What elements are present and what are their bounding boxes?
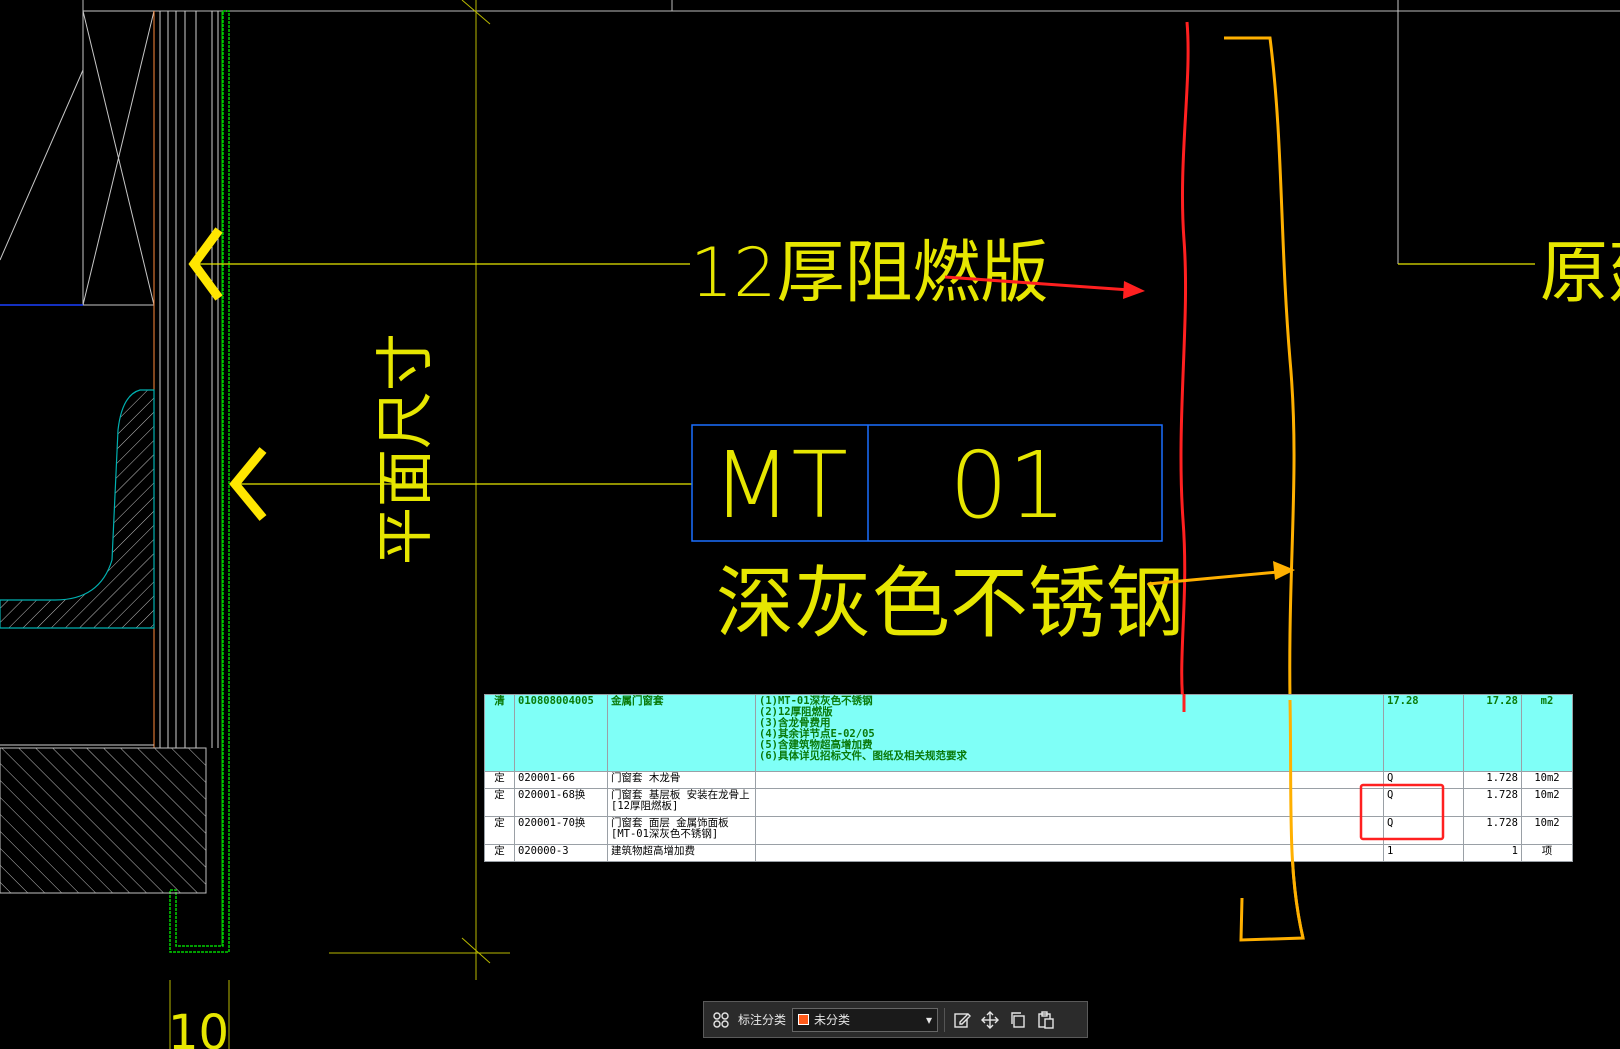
quantity: 1.728	[1463, 788, 1522, 817]
edit-icon[interactable]	[951, 1009, 973, 1031]
category-value: 未分类	[814, 1013, 851, 1027]
item-name: 门窗套 木龙骨	[607, 771, 756, 789]
item-description	[755, 844, 1384, 862]
quantity: 17.28	[1463, 694, 1522, 772]
category-select[interactable]: 未分类 ▾	[792, 1007, 939, 1032]
move-icon[interactable]	[979, 1009, 1001, 1031]
item-code: 020001-66	[514, 771, 608, 789]
label-board: 12厚阻燃版	[690, 234, 1049, 313]
item-code: 020001-70换	[514, 816, 608, 845]
grid-icon[interactable]	[710, 1009, 732, 1031]
label-original: 原建	[1540, 234, 1620, 313]
table-header-row[interactable]: 清 010808004005 金属门窗套 (1)MT-01深灰色不锈钢 (2)1…	[484, 694, 1573, 772]
table-row[interactable]: 定 020000-3 建筑物超高增加费 1 1 项	[484, 844, 1573, 862]
item-description: (1)MT-01深灰色不锈钢 (2)12厚阻燃版 (3)含龙骨费用 (4)其余详…	[755, 694, 1384, 772]
material-tag[interactable]: MT 01	[691, 424, 1163, 542]
item-name: 门窗套 面层 金属饰面板[MT-01深灰色不锈钢]	[607, 816, 756, 845]
hatched-profile	[0, 389, 155, 629]
quantity-formula: 17.28	[1383, 694, 1464, 772]
item-name: 金属门窗套	[607, 694, 756, 772]
chevron-down-icon: ▾	[925, 1012, 933, 1027]
item-code: 020001-68换	[514, 788, 608, 817]
tag-code-right: 01	[949, 432, 1066, 539]
annotation-toolbar: 标注分类 未分类 ▾	[703, 1001, 1088, 1038]
table-row[interactable]: 定 020001-68换 门窗套 基层板 安装在龙骨上[12厚阻燃板] Q 1.…	[484, 788, 1573, 817]
row-type: 定	[484, 816, 515, 845]
item-description	[755, 771, 1384, 789]
quantity-formula: 1	[1383, 844, 1464, 862]
desc-line: (2)12厚阻燃版	[759, 706, 833, 718]
row-type: 清	[484, 694, 515, 772]
hatched-slab	[0, 747, 207, 894]
leader-tag	[229, 447, 692, 521]
unit: 10m2	[1521, 771, 1573, 789]
paste-icon[interactable]	[1035, 1009, 1057, 1031]
item-name: 建筑物超高增加费	[607, 844, 756, 862]
bill-of-quantities-table[interactable]: 清 010808004005 金属门窗套 (1)MT-01深灰色不锈钢 (2)1…	[484, 694, 1573, 862]
row-type: 定	[484, 788, 515, 817]
quantity: 1.728	[1463, 771, 1522, 789]
quantity-formula: Q	[1383, 816, 1464, 845]
unit: 项	[1521, 844, 1573, 862]
item-name: 门窗套 基层板 安装在龙骨上[12厚阻燃板]	[607, 788, 756, 817]
desc-line: (1)MT-01深灰色不锈钢	[759, 695, 873, 707]
unit: 10m2	[1521, 788, 1573, 817]
unit: 10m2	[1521, 816, 1573, 845]
quantity-formula: Q	[1383, 771, 1464, 789]
table-row[interactable]: 定 020001-70换 门窗套 面层 金属饰面板[MT-01深灰色不锈钢] Q…	[484, 816, 1573, 845]
unit: m2	[1521, 694, 1573, 772]
label-plan-size: 平面尺寸	[371, 333, 439, 565]
category-color-swatch	[798, 1014, 810, 1025]
label-material: 深灰色不锈钢	[716, 559, 1184, 649]
row-type: 定	[484, 771, 515, 789]
quantity: 1	[1463, 844, 1522, 862]
copy-icon[interactable]	[1007, 1009, 1029, 1031]
row-type: 定	[484, 844, 515, 862]
desc-line: (6)具体详见招标文件、图纸及相关规范要求	[759, 750, 967, 762]
quantity-formula: Q	[1383, 788, 1464, 817]
dim-text: 10	[168, 1005, 229, 1049]
leader-board: 12厚阻燃版	[188, 227, 1049, 313]
item-code: 010808004005	[514, 694, 608, 772]
tag-code-left: MT	[712, 432, 848, 539]
crossed-box	[0, 10, 155, 306]
quantity: 1.728	[1463, 816, 1522, 845]
toolbar-separator	[944, 1007, 946, 1032]
cad-canvas[interactable]: 10 12厚阻燃版 MT 01 深灰色不锈钢 平面尺寸 原建	[0, 0, 1620, 1049]
item-description	[755, 788, 1384, 817]
item-code: 020000-3	[514, 844, 608, 862]
toolbar-label: 标注分类	[738, 1013, 787, 1027]
table-row[interactable]: 定 020001-66 门窗套 木龙骨 Q 1.728 10m2	[484, 771, 1573, 789]
item-description	[755, 816, 1384, 845]
